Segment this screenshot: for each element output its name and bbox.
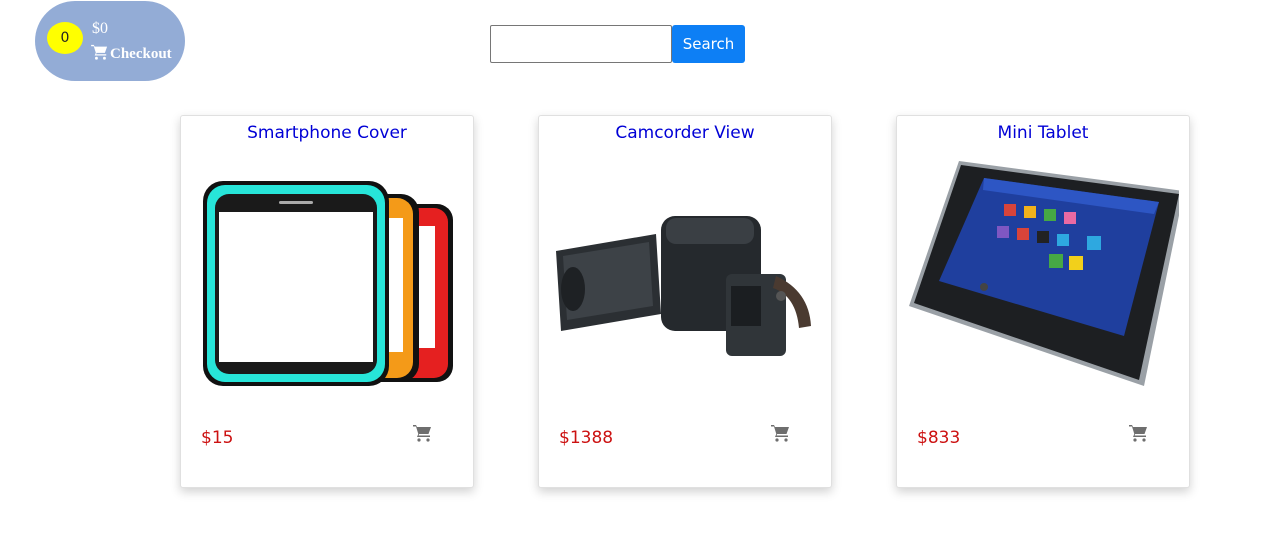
add-to-cart-icon[interactable]	[771, 424, 791, 442]
product-price: $833	[917, 428, 961, 448]
tablet-image	[909, 161, 1179, 386]
product-card: Smartphone Cover $15	[180, 115, 474, 488]
search-button[interactable]: Search	[672, 25, 745, 63]
product-title[interactable]: Mini Tablet	[897, 123, 1189, 143]
product-card: Mini Tablet $833	[896, 115, 1190, 488]
product-price: $15	[201, 428, 234, 448]
cart-count-badge: 0	[47, 22, 83, 54]
product-title[interactable]: Camcorder View	[539, 123, 831, 143]
add-to-cart-icon[interactable]	[413, 424, 433, 442]
cart-icon	[91, 44, 109, 65]
checkout-button[interactable]: Checkout	[91, 44, 172, 65]
camcorder-image	[551, 156, 821, 406]
product-price: $1388	[559, 428, 614, 448]
phone-cases-image	[203, 181, 453, 386]
checkout-label: Checkout	[110, 46, 172, 62]
product-card: Camcorder View $1388	[538, 115, 832, 488]
product-title[interactable]: Smartphone Cover	[181, 123, 473, 143]
add-to-cart-icon[interactable]	[1129, 424, 1149, 442]
search-input[interactable]	[490, 25, 672, 63]
cart-total: $0	[92, 20, 108, 37]
cart-summary: 0 $0 Checkout	[35, 1, 185, 81]
